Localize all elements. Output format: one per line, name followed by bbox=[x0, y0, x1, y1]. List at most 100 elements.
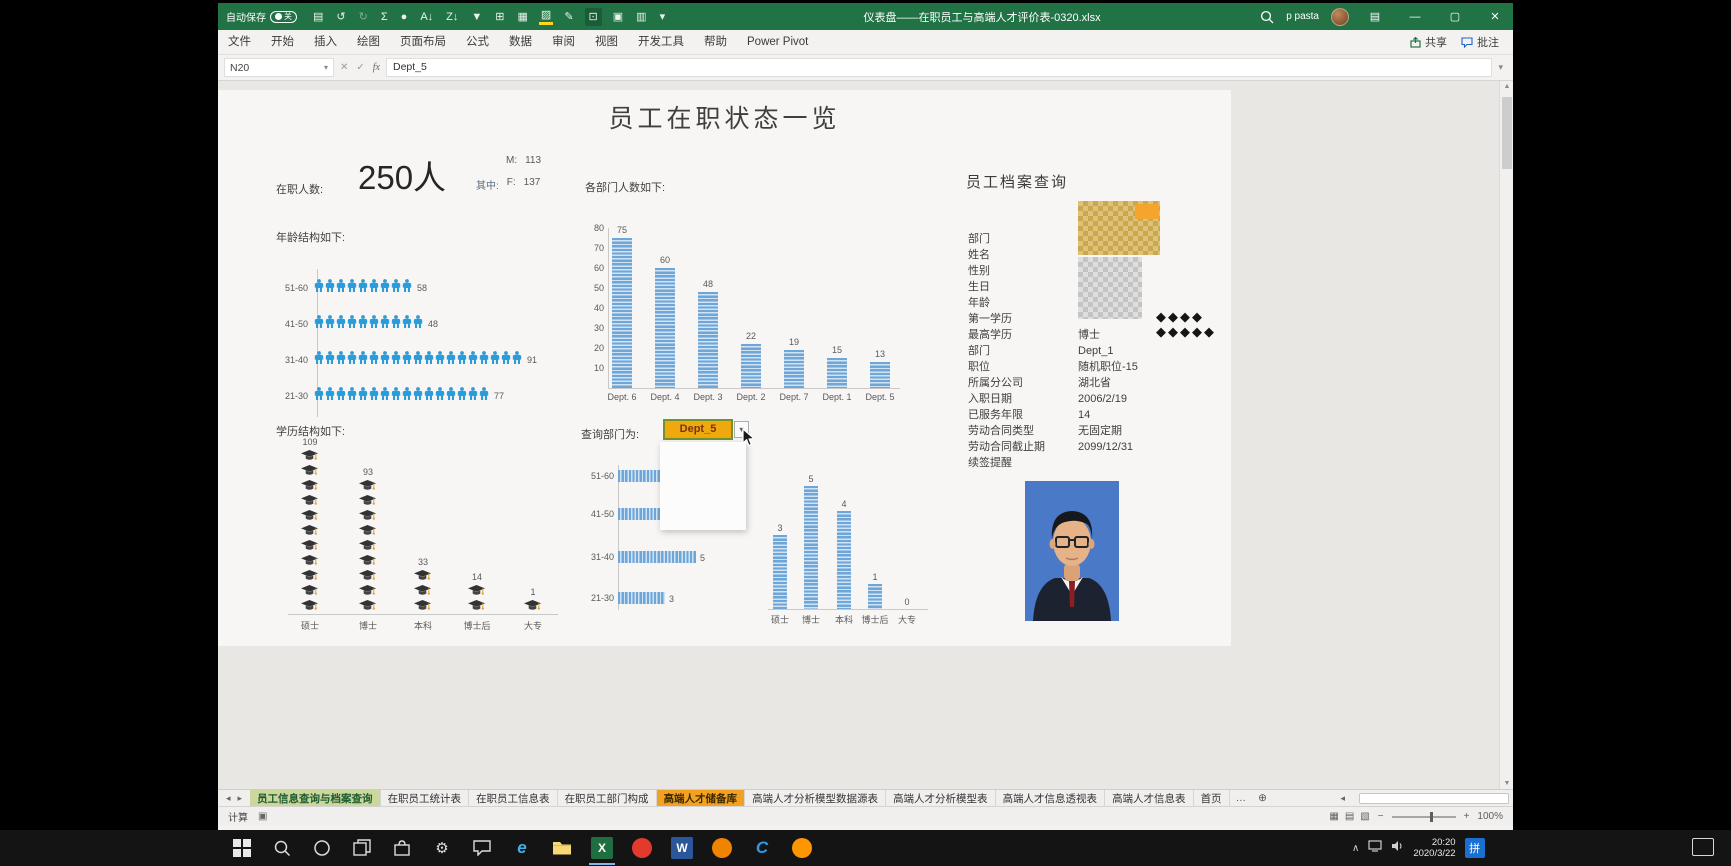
sheet-tab-home[interactable]: 首页 bbox=[1193, 790, 1230, 806]
ribbon-tab-data[interactable]: 数据 bbox=[499, 30, 542, 54]
zoom-level[interactable]: 100% bbox=[1477, 811, 1503, 822]
close-button[interactable]: ✕ bbox=[1481, 10, 1509, 23]
sheet-tab-talent-pool[interactable]: 高端人才储备库 bbox=[656, 790, 746, 806]
comments-button[interactable]: 批注 bbox=[1461, 34, 1499, 50]
taskbar-cortana-icon[interactable] bbox=[302, 830, 342, 866]
qat-table-icon[interactable]: ▦ bbox=[516, 8, 530, 26]
taskbar-task-view-icon[interactable] bbox=[342, 830, 382, 866]
dept-bar[interactable] bbox=[698, 292, 718, 388]
dept-bar[interactable] bbox=[741, 344, 761, 388]
taskbar-start-icon[interactable] bbox=[222, 830, 262, 866]
volume-icon[interactable] bbox=[1391, 839, 1404, 857]
sheet-next-icon[interactable]: ▸ bbox=[238, 793, 243, 804]
query-age-bar[interactable] bbox=[618, 508, 665, 520]
taskbar-app-red-icon[interactable] bbox=[622, 830, 662, 866]
taskbar-search-icon[interactable] bbox=[262, 830, 302, 866]
page-break-view-icon[interactable]: ▧ bbox=[1360, 811, 1369, 822]
taskbar-vscode-icon[interactable]: C bbox=[742, 830, 782, 866]
dept-bar[interactable] bbox=[784, 350, 804, 388]
qat-fill-color-icon[interactable]: ▨ bbox=[538, 9, 554, 25]
autosave-toggle[interactable]: 自动保存 关 bbox=[218, 9, 305, 24]
monitor-icon[interactable] bbox=[1368, 839, 1382, 857]
dept-bar[interactable] bbox=[655, 268, 675, 388]
avatar[interactable] bbox=[1331, 7, 1349, 26]
zoom-slider[interactable] bbox=[1391, 811, 1456, 822]
qat-format-painter-icon[interactable]: ✎ bbox=[562, 8, 575, 26]
taskbar-excel-icon[interactable]: X bbox=[582, 830, 622, 866]
qat-borders-icon[interactable]: ⊞ bbox=[493, 8, 506, 26]
sheet-prev-icon[interactable]: ◂ bbox=[226, 793, 231, 804]
ribbon-tab-view[interactable]: 视图 bbox=[585, 30, 628, 54]
scroll-up-icon[interactable]: ▲ bbox=[1500, 83, 1513, 90]
user-name[interactable]: p pasta bbox=[1286, 11, 1319, 22]
query-education-chart[interactable]: 3 硕士 5 博士 4 本科 1 博士后 0 大专 bbox=[768, 463, 938, 628]
sheet-area[interactable]: 员工在职状态一览 在职人数: 250人 M: 113 其中: F: 137 年龄结构如… bbox=[218, 81, 1513, 789]
query-edu-bar[interactable] bbox=[837, 511, 851, 609]
education-chart[interactable]: 109 硕士 93 博士 33 本科 14 博士后 1 大专 bbox=[288, 431, 588, 631]
qat-view-toggle-icon[interactable]: ⊡ bbox=[584, 7, 602, 26]
vertical-scrollbar[interactable]: ▲ ▼ bbox=[1499, 81, 1513, 789]
ribbon-tab-page-layout[interactable]: 页面布局 bbox=[390, 30, 456, 54]
qat-sort-desc-icon[interactable]: Z↓ bbox=[444, 8, 460, 26]
sheet-tab-info-archive-query[interactable]: 员工信息查询与档案查询 bbox=[250, 790, 381, 806]
name-box-arrow-icon[interactable]: ▾ bbox=[324, 63, 328, 72]
qat-autosum-icon[interactable]: Σ bbox=[379, 8, 390, 26]
clock[interactable]: 20:20 2020/3/22 bbox=[1413, 837, 1455, 859]
query-edu-bar[interactable] bbox=[868, 584, 882, 609]
dept-headcount-chart[interactable]: 80 70 60 50 40 30 20 10 75 Dept. 6 60 Dept. 4 48 Dept… bbox=[586, 221, 916, 411]
qat-filter-icon[interactable]: ▼ bbox=[469, 8, 484, 26]
ribbon-tab-formulas[interactable]: 公式 bbox=[456, 30, 499, 54]
page-layout-view-icon[interactable]: ▤ bbox=[1345, 811, 1354, 822]
query-age-bar[interactable] bbox=[618, 592, 665, 604]
formula-input[interactable]: Dept_5 bbox=[386, 58, 1493, 77]
sheet-tab-talent-info[interactable]: 高端人才信息表 bbox=[1105, 790, 1194, 806]
normal-view-icon[interactable]: ▦ bbox=[1329, 811, 1338, 822]
query-dept-dropdown[interactable]: Dept_5 bbox=[663, 419, 733, 440]
zoom-slider-thumb[interactable] bbox=[1429, 811, 1433, 822]
taskbar-store-icon[interactable] bbox=[382, 830, 422, 866]
ribbon-tab-help[interactable]: 帮助 bbox=[694, 30, 737, 54]
insert-function-icon[interactable]: fx bbox=[373, 62, 380, 73]
ribbon-tab-review[interactable]: 审阅 bbox=[542, 30, 585, 54]
qat-customize-toolbar-icon[interactable]: ▾ bbox=[658, 8, 668, 26]
qat-undo-icon[interactable]: ↺ bbox=[334, 8, 347, 26]
taskbar-app-orange-icon[interactable] bbox=[702, 830, 742, 866]
ribbon-tab-draw[interactable]: 绘图 bbox=[347, 30, 390, 54]
hscroll-left-icon[interactable]: ◂ bbox=[1332, 793, 1353, 804]
touch-keyboard-icon[interactable] bbox=[1692, 838, 1714, 856]
qat-save-icon[interactable]: ▤ bbox=[311, 8, 325, 26]
sheet-tab-onjob-stats[interactable]: 在职员工统计表 bbox=[380, 790, 470, 806]
add-sheet-icon[interactable]: ⊕ bbox=[1252, 790, 1273, 806]
sheet-tab-onjob-info[interactable]: 在职员工信息表 bbox=[469, 790, 558, 806]
sheet-tab-talent-pivot[interactable]: 高端人才信息透视表 bbox=[995, 790, 1106, 806]
dept-bar[interactable] bbox=[870, 362, 890, 388]
taskbar-word-icon[interactable]: W bbox=[662, 830, 702, 866]
minimize-button[interactable]: — bbox=[1401, 11, 1429, 23]
formula-expand-icon[interactable]: ▾ bbox=[1498, 62, 1507, 73]
qat-paste-icon[interactable]: ▥ bbox=[634, 8, 648, 26]
qat-record-macro-icon[interactable]: ● bbox=[399, 8, 410, 26]
ribbon-tab-file[interactable]: 文件 bbox=[218, 30, 261, 54]
dept-bar[interactable] bbox=[827, 358, 847, 388]
vertical-scroll-thumb[interactable] bbox=[1502, 97, 1512, 169]
cancel-icon[interactable]: ✕ bbox=[340, 62, 348, 73]
share-button[interactable]: 共享 bbox=[1410, 34, 1447, 50]
query-age-bar[interactable] bbox=[618, 470, 665, 482]
enter-icon[interactable]: ✓ bbox=[356, 62, 364, 73]
qat-sort-asc-icon[interactable]: A↓ bbox=[418, 8, 435, 26]
dropdown-popup[interactable] bbox=[660, 442, 746, 530]
sheet-tab-onjob-dept[interactable]: 在职员工部门构成 bbox=[557, 790, 657, 806]
zoom-in-icon[interactable]: + bbox=[1464, 811, 1470, 822]
macro-record-icon[interactable]: ▣ bbox=[258, 811, 267, 822]
ribbon-display-options-icon[interactable]: ▤ bbox=[1361, 10, 1389, 23]
qat-redo-icon[interactable]: ↻ bbox=[357, 8, 370, 26]
query-edu-bar[interactable] bbox=[804, 486, 818, 609]
taskbar-settings-icon[interactable]: ⚙ bbox=[422, 830, 462, 866]
sheet-tab-talent-model-source[interactable]: 高端人才分析模型数据源表 bbox=[745, 790, 887, 806]
search-icon[interactable] bbox=[1260, 10, 1274, 24]
tray-chevron-up-icon[interactable]: ∧ bbox=[1352, 843, 1359, 854]
ribbon-tab-power-pivot[interactable]: Power Pivot bbox=[737, 30, 818, 54]
name-box[interactable]: N20 ▾ bbox=[224, 58, 334, 77]
dept-bar[interactable] bbox=[612, 238, 632, 388]
taskbar-edge-icon[interactable]: e bbox=[502, 830, 542, 866]
